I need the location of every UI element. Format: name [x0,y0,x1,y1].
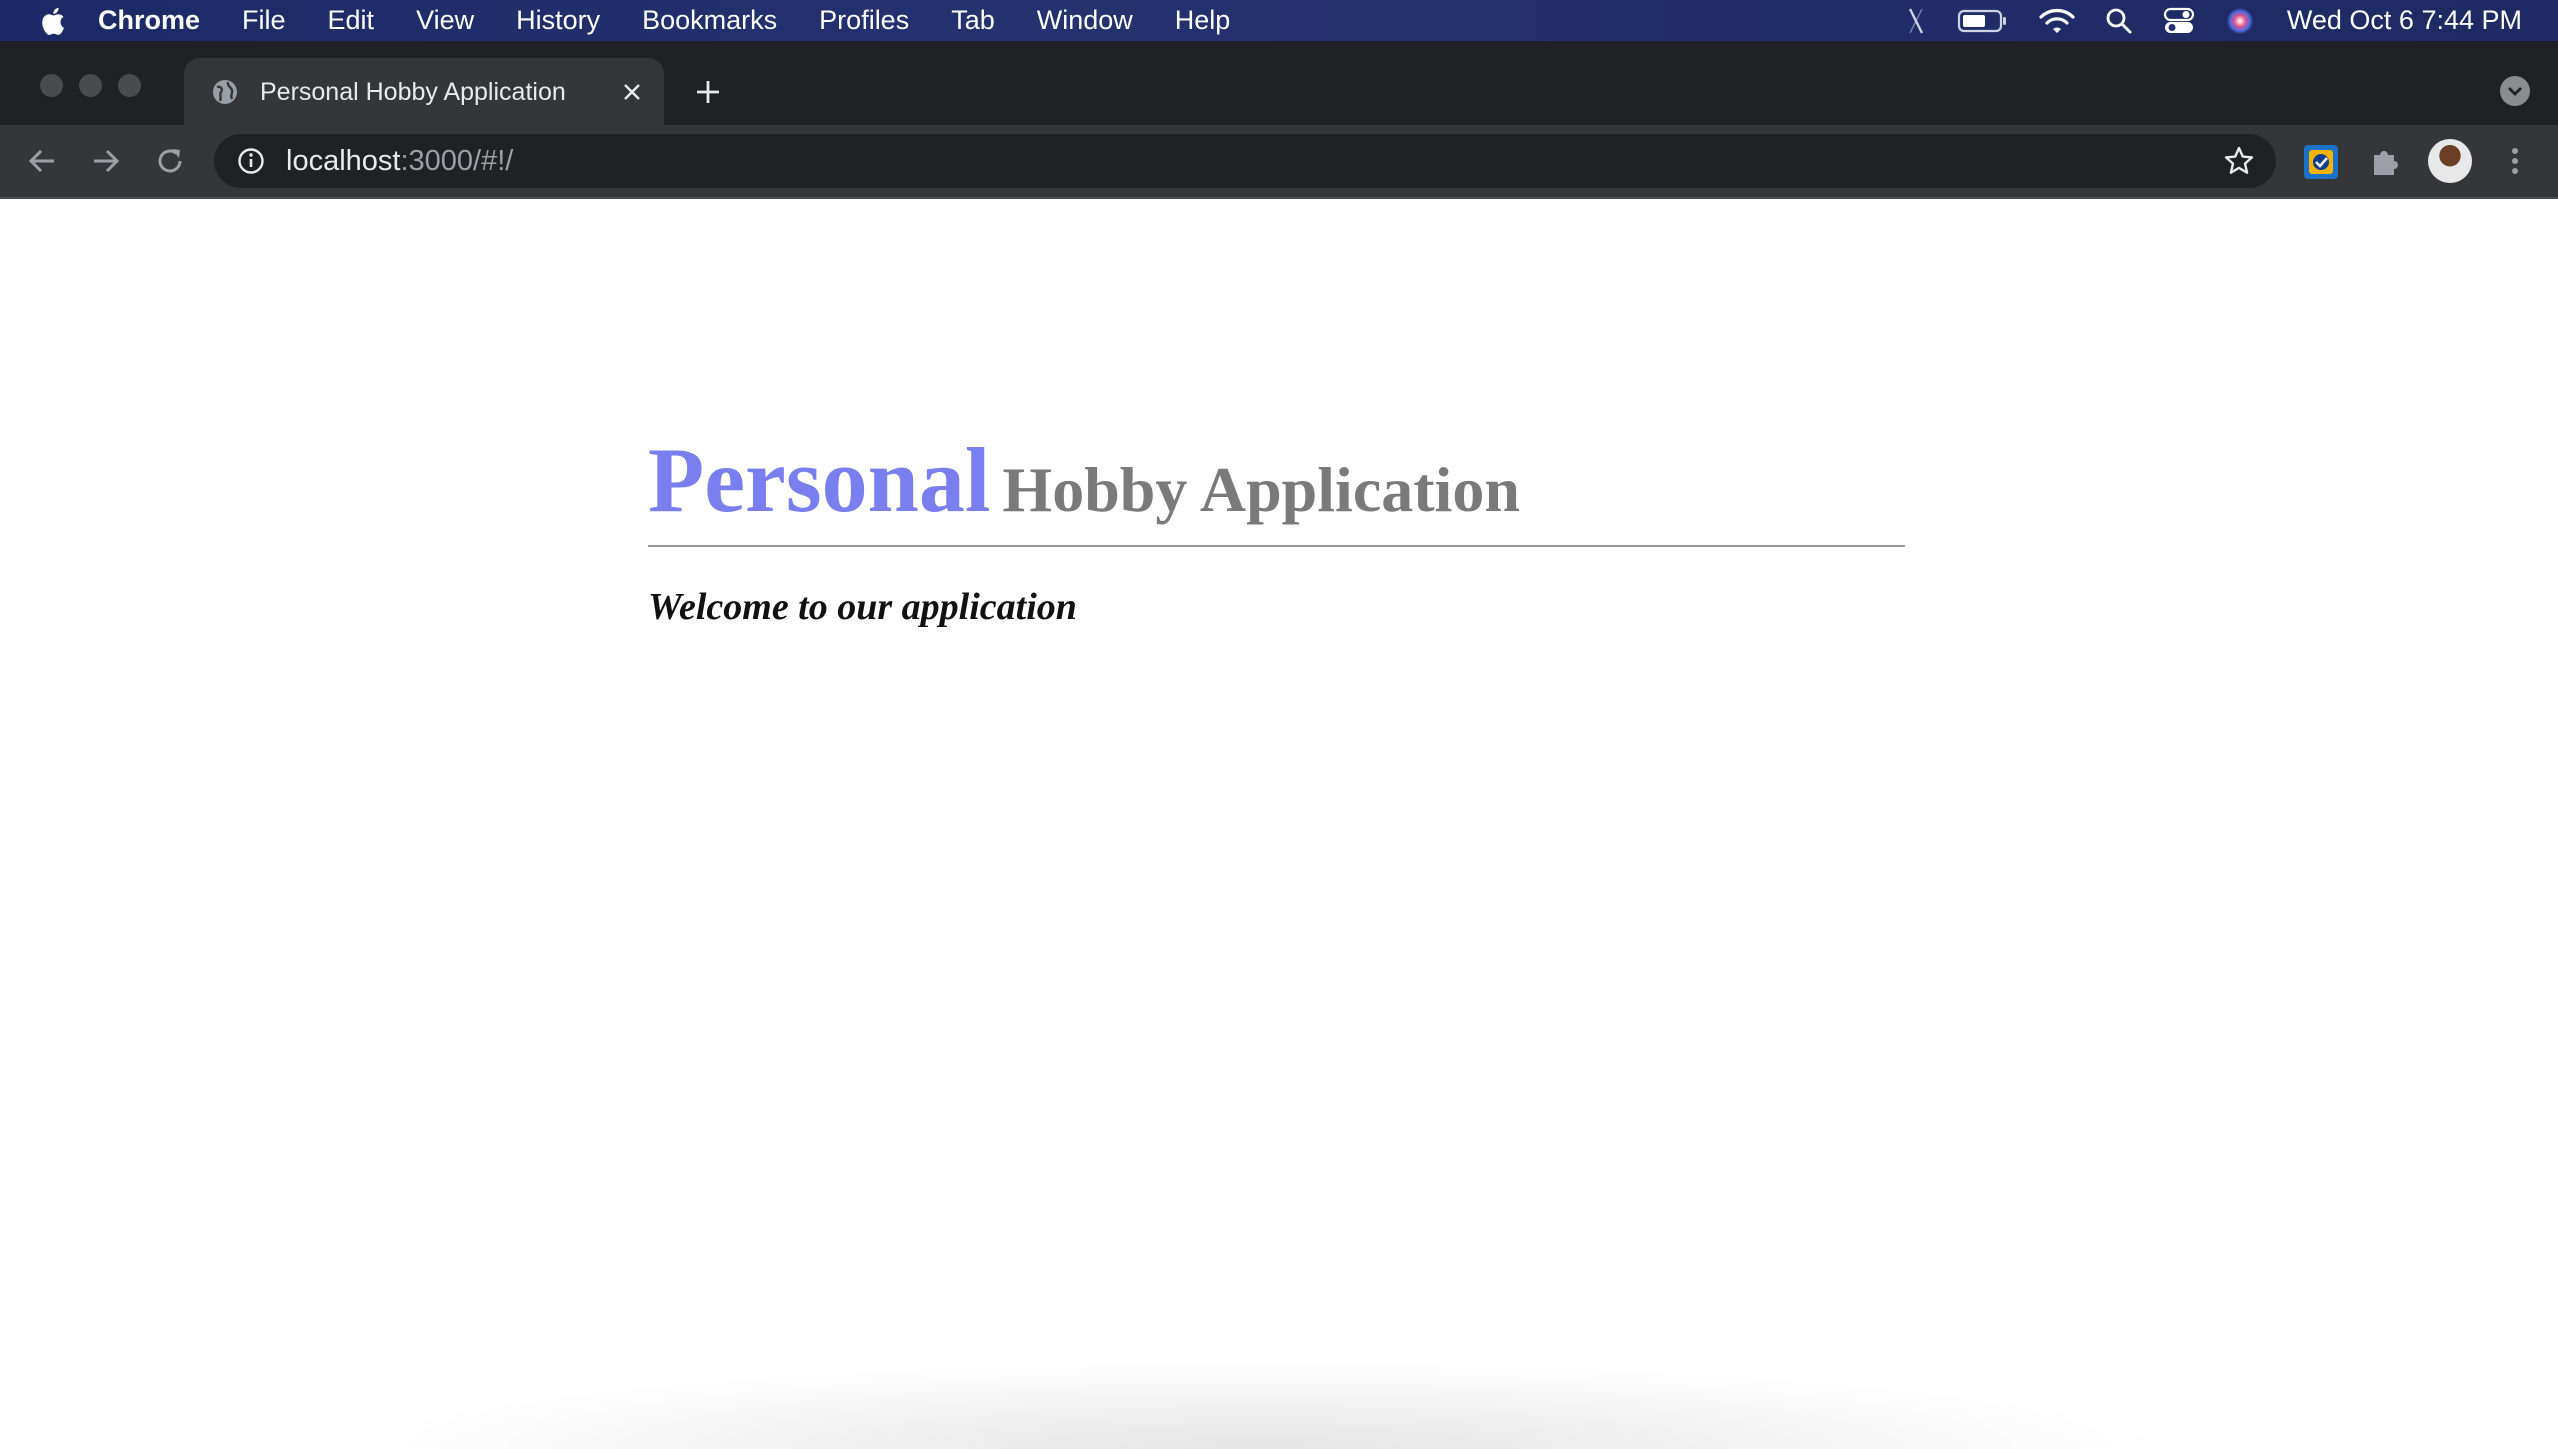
menu-help[interactable]: Help [1175,5,1231,36]
heading-secondary: Hobby Application [1002,454,1520,525]
control-center-icon[interactable] [2163,7,2195,35]
menu-file[interactable]: File [242,5,286,36]
menu-window[interactable]: Window [1037,5,1133,36]
menubar-clock[interactable]: Wed Oct 6 7:44 PM [2287,5,2522,36]
macos-menubar: Chrome File Edit View History Bookmarks … [0,0,2558,41]
welcome-text: Welcome to our application [648,586,1077,628]
window-close-button[interactable] [40,74,63,97]
more-menu-icon[interactable] [2500,141,2530,181]
apple-icon[interactable] [40,5,70,37]
menubar-status-area: Wed Oct 6 7:44 PM [1875,0,2558,41]
forward-icon[interactable] [86,141,126,181]
menu-tab[interactable]: Tab [951,5,995,36]
menu-app-chrome[interactable]: Chrome [98,5,200,36]
site-info-icon[interactable] [236,146,266,176]
wifi-icon[interactable] [2039,7,2075,35]
url-host: localhost [286,144,401,177]
tab-search-icon[interactable] [2500,76,2530,106]
menu-bookmarks[interactable]: Bookmarks [642,5,777,36]
siri-icon[interactable] [2225,6,2255,36]
bookmark-star-icon[interactable] [2222,144,2256,178]
reload-icon[interactable] [150,141,190,181]
address-bar[interactable]: localhost:3000/#!/ [214,134,2276,188]
battery-icon[interactable] [1957,8,2009,34]
globe-favicon-icon [210,77,240,107]
browser-tab-active[interactable]: Personal Hobby Application [184,58,664,126]
back-icon[interactable] [22,141,62,181]
tab-title: Personal Hobby Application [260,77,566,106]
page-viewport: Personal Hobby Application Welcome to our… [0,199,2558,1449]
new-tab-icon[interactable] [688,72,728,112]
heading-primary: Personal [648,429,991,531]
dock-shadow [340,1359,2180,1449]
page-heading: Personal Hobby Application [648,427,1520,533]
extension-icon[interactable] [2302,143,2340,181]
mute-icon[interactable] [1905,6,1927,36]
spotlight-icon[interactable] [2105,7,2133,35]
menu-edit[interactable]: Edit [328,5,375,36]
profile-avatar[interactable] [2428,139,2472,183]
menu-profiles[interactable]: Profiles [819,5,909,36]
window-minimize-button[interactable] [79,74,102,97]
close-tab-icon[interactable] [614,74,650,110]
address-url: localhost:3000/#!/ [286,145,513,178]
url-path: :3000/#!/ [400,144,514,177]
window-zoom-button[interactable] [118,74,141,97]
menu-view[interactable]: View [416,5,474,36]
menu-history[interactable]: History [516,5,600,36]
puzzle-extensions-icon[interactable] [2366,143,2404,181]
heading-divider [648,545,1905,547]
